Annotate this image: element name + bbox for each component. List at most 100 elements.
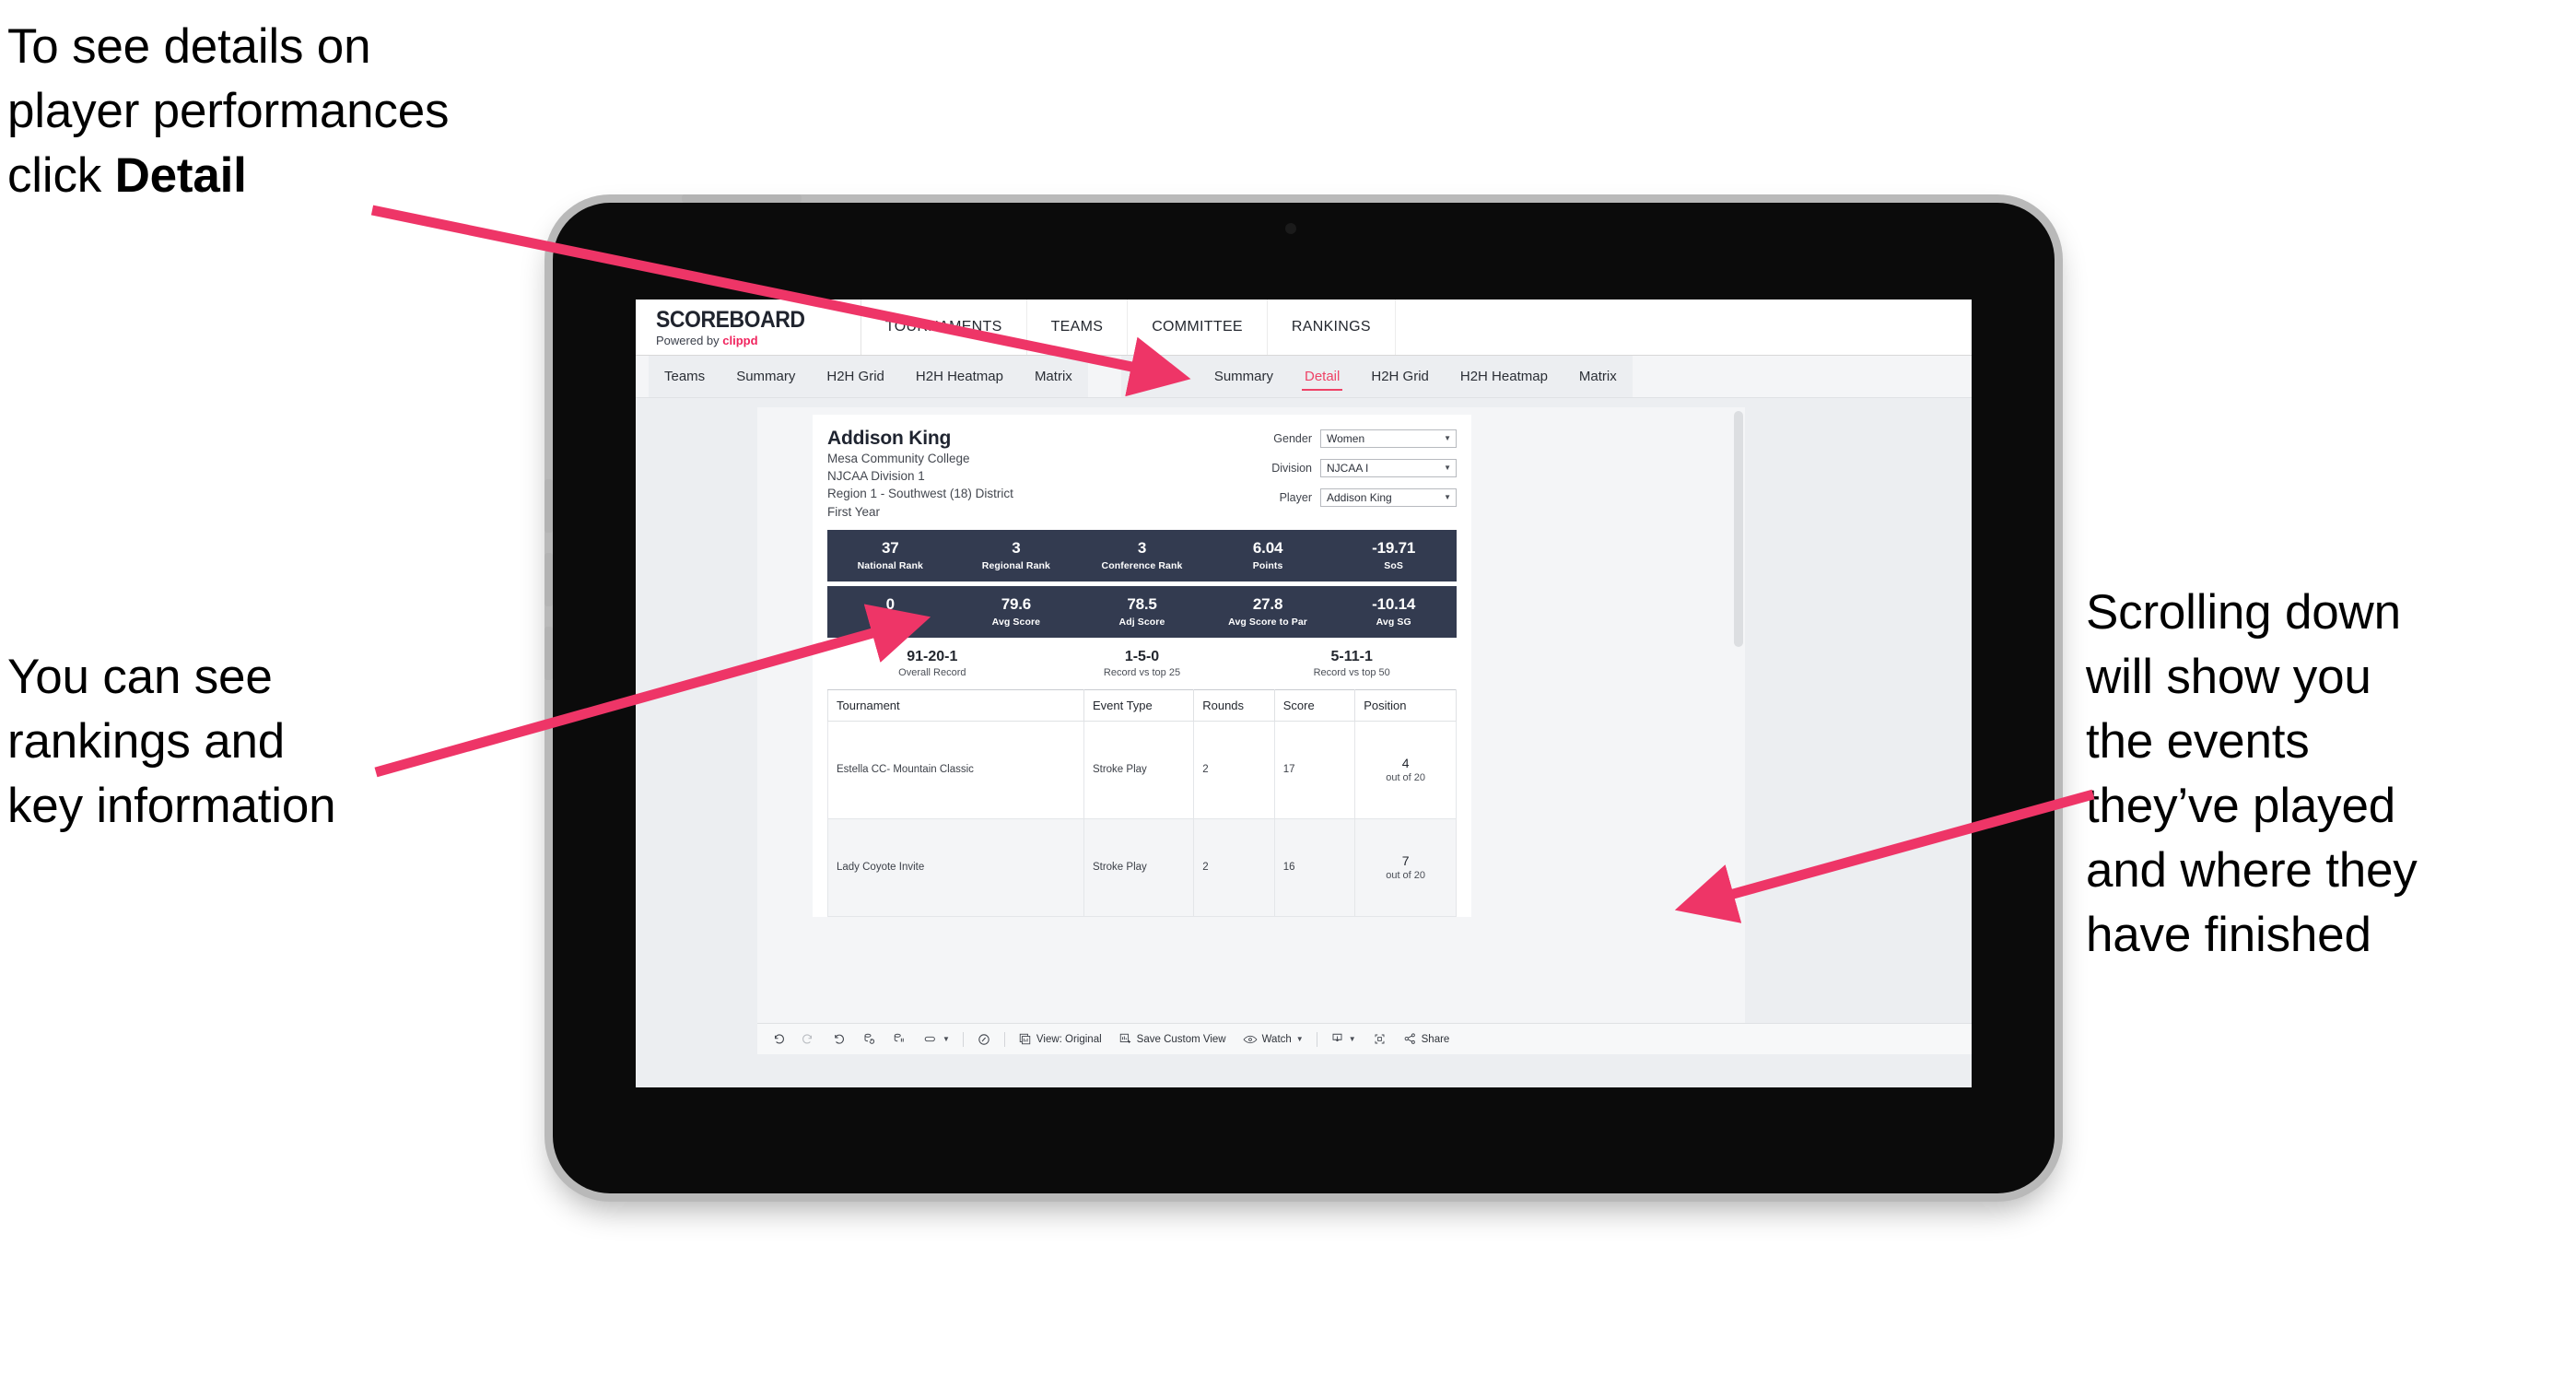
topnav-item-teams[interactable]: TEAMS — [1027, 300, 1129, 355]
fullscreen-icon — [1373, 1032, 1387, 1046]
record-label: Overall Record — [898, 666, 966, 678]
column-header-position[interactable]: Position — [1354, 688, 1457, 722]
tablet-volume-down-button — [544, 553, 553, 606]
filter-gender-label: Gender — [1273, 432, 1312, 445]
chevron-down-icon: ▼ — [1295, 1034, 1304, 1043]
stats-bar-rankings: 37 National Rank 3 Regional Rank 3 Confe… — [827, 529, 1457, 581]
stat-label: Avg Score — [991, 616, 1041, 628]
stats-bar-scoring: 0 Wins 79.6 Avg Score 78.5 Adj Score 27.… — [827, 585, 1457, 638]
refresh-button[interactable] — [854, 1024, 884, 1055]
tablet-power-button — [682, 194, 802, 203]
column-header-tournament[interactable]: Tournament — [827, 688, 1084, 722]
filter-player-label: Player — [1279, 491, 1312, 504]
slide-canvas: To see details on player performances cl… — [0, 0, 2576, 1386]
events-table-head: Tournament Event Type Rounds Score Posit… — [827, 688, 1457, 722]
table-row[interactable]: Lady Coyote Invite Stroke Play 2 16 7 ou… — [827, 817, 1457, 917]
tab-players-h2h-heatmap[interactable]: H2H Heatmap — [1445, 356, 1563, 397]
cell-score: 17 — [1273, 720, 1356, 819]
save-custom-view-button[interactable]: Save Custom View — [1110, 1024, 1235, 1055]
brand-title: SCOREBOARD — [656, 306, 805, 333]
filter-division-select[interactable]: NJCAA I ▼ — [1320, 459, 1457, 477]
filter-gender-value: Women — [1327, 432, 1365, 445]
filter-player-select[interactable]: Addison King ▼ — [1320, 488, 1457, 507]
chevron-down-icon: ▼ — [1444, 464, 1451, 472]
tablet-side-button — [544, 627, 553, 680]
column-header-rounds[interactable]: Rounds — [1193, 688, 1275, 722]
redo-button[interactable] — [793, 1024, 824, 1055]
cell-event-type: Stroke Play — [1083, 817, 1195, 917]
tab-teams[interactable]: Teams — [649, 356, 720, 397]
share-button[interactable]: Share — [1395, 1024, 1458, 1055]
stat-avg-score: 79.6 Avg Score — [954, 594, 1080, 628]
stat-value: 0 — [885, 594, 895, 613]
pause-auto-update-icon — [893, 1032, 907, 1046]
record-overall: 91-20-1 Overall Record — [827, 649, 1037, 678]
fullscreen-button[interactable] — [1364, 1024, 1395, 1055]
stat-label: SoS — [1384, 559, 1404, 571]
tab-teams-matrix[interactable]: Matrix — [1019, 356, 1088, 397]
players-tab-group: Players Summary Detail H2H Grid H2H Heat… — [1120, 356, 1633, 397]
annotation-rankings: You can see rankings and key information — [7, 650, 336, 833]
eye-icon — [1243, 1033, 1258, 1046]
column-header-score[interactable]: Score — [1273, 688, 1356, 722]
topnav-item-committee[interactable]: COMMITTEE — [1128, 300, 1268, 355]
table-row[interactable]: Estella CC- Mountain Classic Stroke Play… — [827, 720, 1457, 819]
stat-value: 3 — [1012, 538, 1021, 557]
pause-updates-button[interactable] — [884, 1024, 915, 1055]
record-value: 1-5-0 — [1124, 648, 1160, 664]
tab-players[interactable]: Players — [1121, 356, 1199, 397]
chevron-down-icon: ▼ — [1444, 493, 1451, 501]
record-value: 5-11-1 — [1330, 648, 1373, 664]
save-view-icon — [1118, 1032, 1132, 1046]
stat-wins: 0 Wins — [827, 594, 954, 627]
tab-players-detail[interactable]: Detail — [1289, 356, 1355, 397]
position-out-of: out of 20 — [1386, 772, 1426, 784]
topnav-item-rankings[interactable]: RANKINGS — [1268, 300, 1396, 355]
view-original-button[interactable]: View: Original — [1010, 1024, 1110, 1055]
tab-teams-h2h-grid[interactable]: H2H Grid — [811, 356, 900, 397]
view-icon — [1018, 1032, 1032, 1046]
toolbar-divider — [1003, 1031, 1005, 1047]
tab-players-h2h-grid[interactable]: H2H Grid — [1355, 356, 1445, 397]
download-icon — [1330, 1032, 1344, 1046]
events-table-header-row: Tournament Event Type Rounds Score Posit… — [827, 688, 1457, 722]
stat-adj-score: 78.5 Adj Score — [1079, 595, 1205, 627]
filter-gender-select[interactable]: Women ▼ — [1320, 429, 1457, 448]
brand-logo[interactable]: SCOREBOARD Powered by clippd — [636, 300, 861, 355]
viewer-toolbar: ▼ View: Original Save Custom View Watch … — [757, 1023, 1972, 1054]
download-button[interactable]: ▼ — [1322, 1024, 1364, 1055]
top-navigation: TOURNAMENTS TEAMS COMMITTEE RANKINGS — [861, 300, 1396, 355]
rounded-rect-icon — [923, 1032, 938, 1046]
view-original-label: View: Original — [1036, 1033, 1102, 1045]
stat-regional-rank: 3 Regional Rank — [954, 538, 1080, 571]
stat-value: 79.6 — [1001, 594, 1032, 613]
tab-players-summary[interactable]: Summary — [1199, 356, 1289, 397]
column-header-event-type[interactable]: Event Type — [1083, 688, 1195, 722]
stat-label: National Rank — [857, 559, 923, 571]
record-vs-top-25: 1-5-0 Record vs top 25 — [1037, 649, 1247, 678]
scrollbar-thumb[interactable] — [1734, 411, 1743, 647]
tab-teams-summary[interactable]: Summary — [720, 356, 811, 397]
revert-button[interactable] — [824, 1024, 854, 1055]
filter-player: Player Addison King ▼ — [1245, 488, 1457, 507]
stat-label: Regional Rank — [981, 559, 1050, 571]
vertical-scrollbar[interactable] — [1732, 407, 1745, 1054]
undo-button[interactable] — [763, 1024, 793, 1055]
tab-players-matrix[interactable]: Matrix — [1563, 356, 1633, 397]
annotation-click-detail: To see details on player performances cl… — [7, 15, 615, 208]
annotation-scrolling: Scrolling down will show you the events … — [2086, 585, 2418, 962]
tab-teams-h2h-heatmap[interactable]: H2H Heatmap — [900, 356, 1019, 397]
stat-value: 27.8 — [1252, 594, 1283, 613]
tablet-volume-up-button — [544, 479, 553, 533]
redo-icon — [802, 1032, 815, 1046]
performance-button[interactable] — [968, 1024, 1000, 1055]
cell-event-type: Stroke Play — [1083, 720, 1195, 819]
stat-value: 6.04 — [1252, 538, 1283, 557]
undo-icon — [771, 1032, 785, 1046]
cell-tournament: Lady Coyote Invite — [827, 817, 1084, 917]
share-icon — [1403, 1032, 1417, 1046]
topnav-item-tournaments[interactable]: TOURNAMENTS — [861, 300, 1027, 355]
watch-button[interactable]: Watch ▼ — [1235, 1024, 1312, 1055]
record-vs-top-50: 5-11-1 Record vs top 50 — [1247, 649, 1457, 678]
device-preview-button[interactable]: ▼ — [915, 1024, 958, 1055]
